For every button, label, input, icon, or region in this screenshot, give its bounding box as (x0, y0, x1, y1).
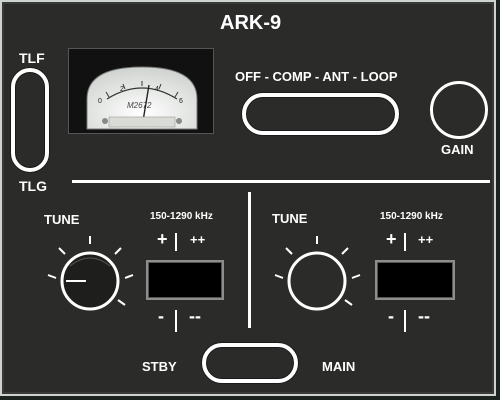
plus-separator-left (175, 233, 177, 251)
tune-knob-left[interactable] (46, 236, 136, 328)
gain-knob[interactable] (430, 81, 488, 139)
tune-label-left: TUNE (44, 212, 80, 227)
ark9-panel: ARK-9 TLF TLG 0 2 4 6 M2672 OFF - COMP -… (0, 0, 496, 396)
tlf-label: TLF (19, 50, 45, 66)
frequency-display-right (375, 260, 455, 300)
plus-separator-right (404, 233, 406, 251)
vertical-divider (248, 192, 251, 328)
plusplus-label-right: ++ (418, 232, 434, 247)
minus-separator-right (404, 310, 406, 332)
horizontal-divider (72, 180, 490, 183)
tune-knob-icon (287, 251, 347, 311)
range-label-right: 150-1290 kHz (380, 211, 443, 222)
range-label-left: 150-1290 kHz (150, 211, 213, 222)
panel-title: ARK-9 (220, 12, 282, 34)
frequency-display-left (146, 260, 224, 300)
stby-label: STBY (142, 359, 177, 374)
minusminus-label-left: -- (189, 306, 201, 326)
tlg-label: TLG (19, 178, 47, 194)
minus-label-left: - (158, 306, 164, 326)
minus-separator-left (175, 310, 177, 332)
plusplus-label-left: ++ (190, 232, 206, 247)
tune-knob-right[interactable] (273, 236, 363, 328)
meter-scale-2: 2 (120, 86, 124, 93)
meter-model-label: M2672 (127, 101, 152, 110)
minus-label-right: - (388, 306, 394, 326)
tlf-tlg-switch[interactable] (11, 68, 49, 172)
meter-face (86, 66, 198, 130)
gain-label: GAIN (441, 142, 474, 157)
meter-scale-4: 4 (155, 86, 159, 93)
stby-main-switch[interactable] (202, 343, 298, 383)
tune-label-right: TUNE (272, 211, 308, 226)
plus-label-left: + (157, 229, 168, 249)
mode-selector-label: OFF - COMP - ANT - LOOP (235, 69, 398, 84)
mode-selector-switch[interactable] (242, 93, 399, 135)
plus-label-right: + (386, 229, 397, 249)
meter-scale-6: 6 (179, 98, 183, 105)
signal-meter: 0 2 4 6 M2672 (68, 48, 214, 134)
minusminus-label-right: -- (418, 306, 430, 326)
main-label: MAIN (322, 359, 356, 374)
meter-scale-0: 0 (98, 98, 102, 105)
